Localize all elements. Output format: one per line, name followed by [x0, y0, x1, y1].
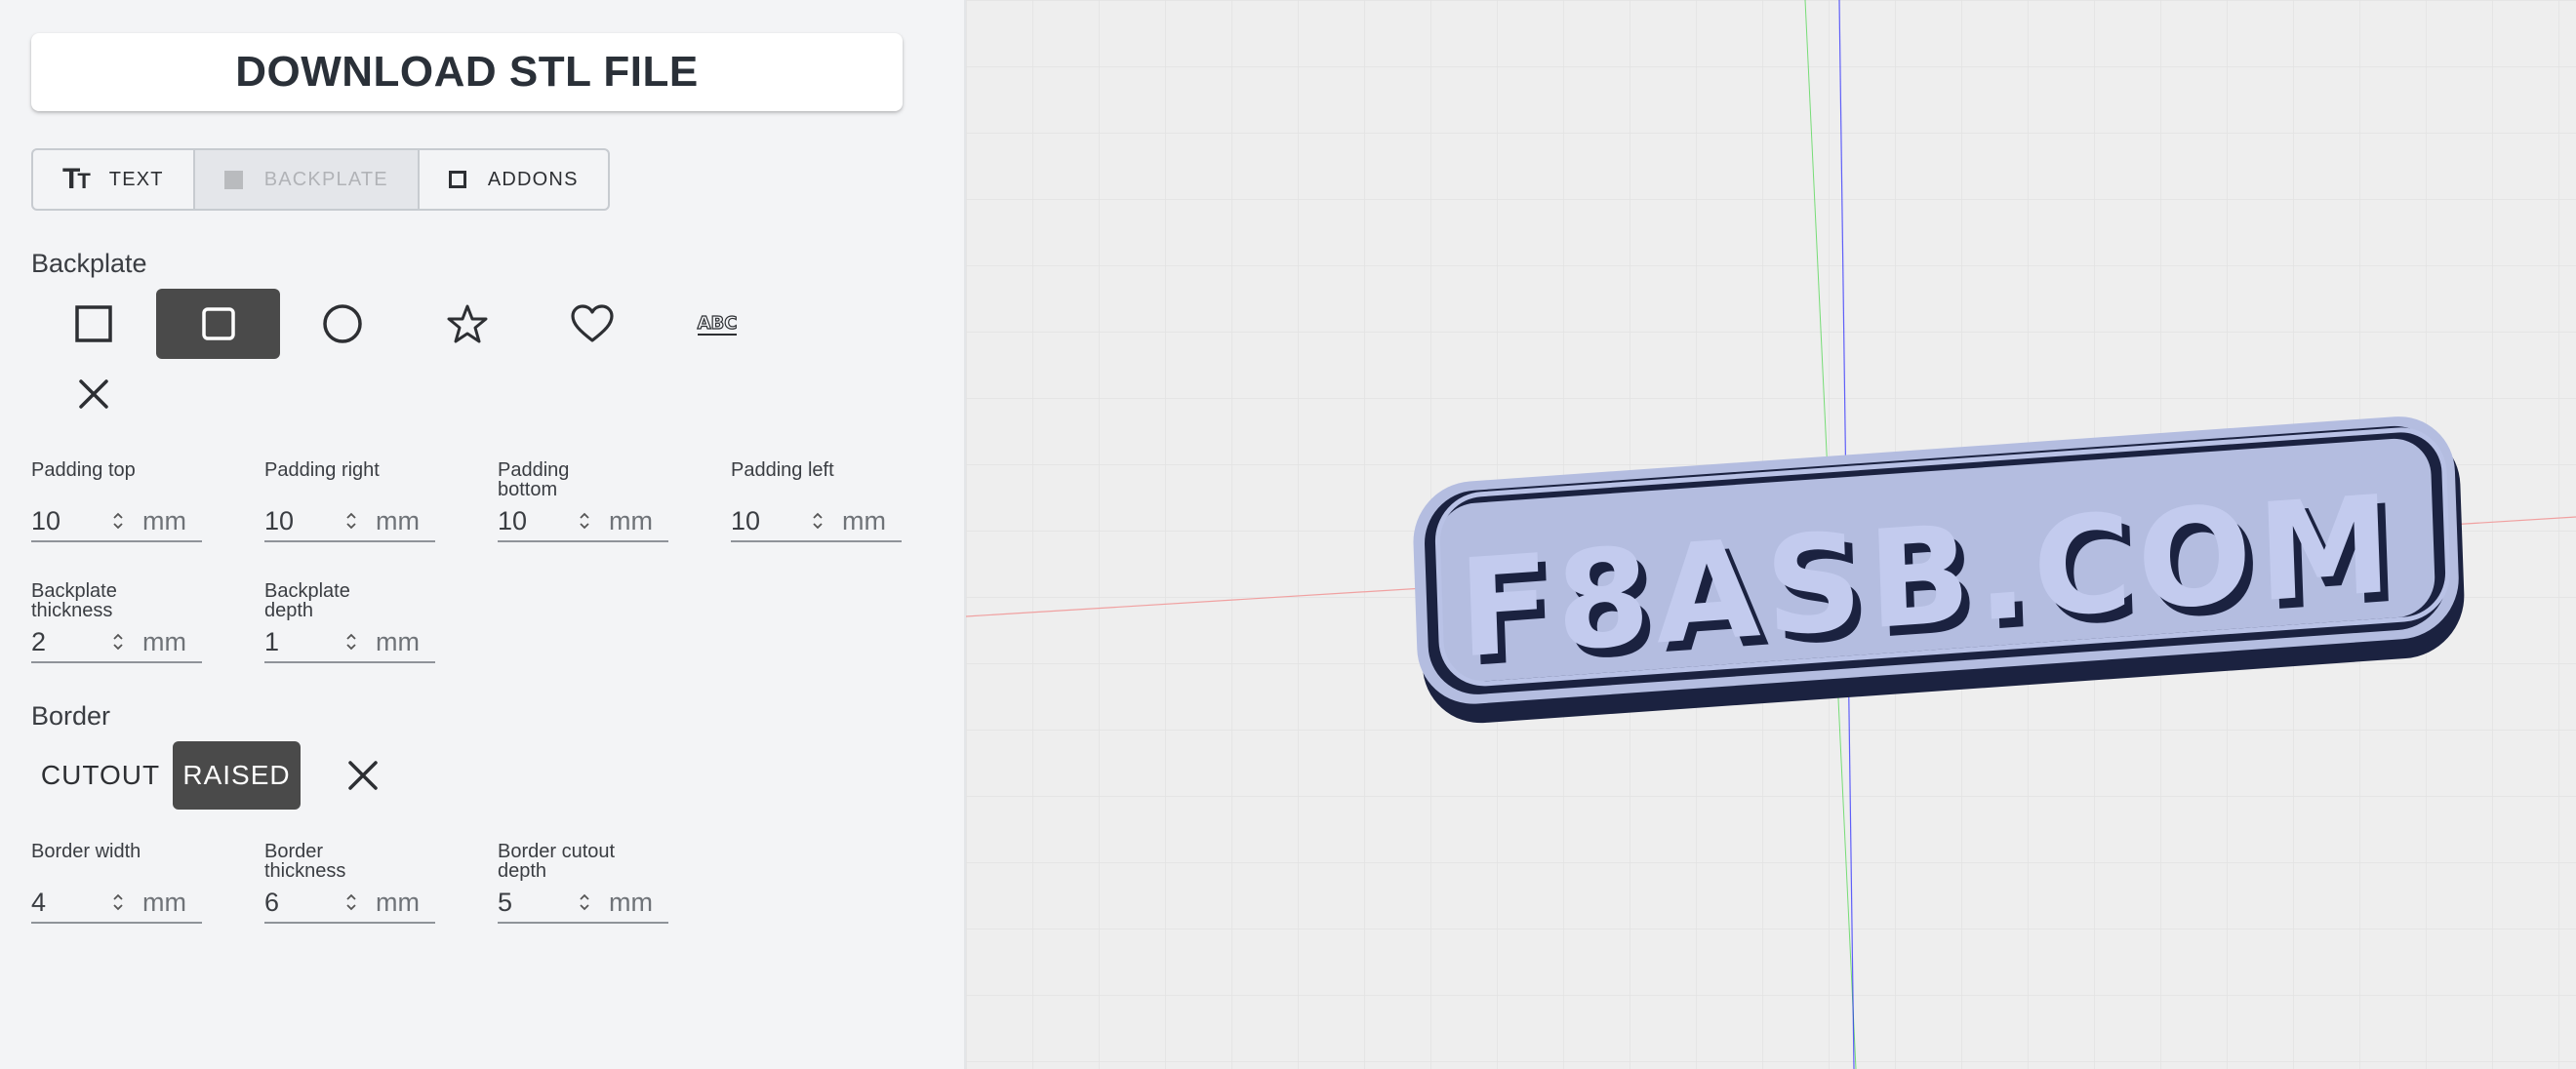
padding-top-input[interactable]: 10 [31, 506, 111, 536]
border-cutout-depth-unit: mm [609, 887, 653, 917]
padding-top-label: Padding top [31, 459, 136, 481]
backplate-depth-field: Backplate depth 1 mm [264, 581, 435, 663]
backplate-thickness-stepper-icon[interactable] [111, 630, 125, 653]
shape-heart-button[interactable] [530, 289, 654, 359]
padding-top-field: Padding top 10 mm [31, 460, 202, 542]
border-cutout-depth-field: Border cutout depth 5 mm [498, 842, 668, 924]
backplate-depth-unit: mm [376, 626, 420, 656]
padding-left-stepper-icon[interactable] [811, 509, 825, 533]
border-none-button[interactable] [332, 741, 394, 810]
padding-left-unit: mm [842, 505, 886, 535]
tab-addons[interactable]: ADDONS [417, 150, 608, 209]
padding-right-input[interactable]: 10 [264, 506, 344, 536]
shape-square-button[interactable] [31, 289, 155, 359]
none-close-icon [78, 379, 108, 409]
tab-addons-label: ADDONS [487, 168, 579, 190]
border-cutout-depth-input[interactable]: 5 [498, 888, 578, 918]
padding-bottom-unit: mm [609, 505, 653, 535]
tab-backplate[interactable]: BACKPLATE [192, 150, 418, 209]
backplate-section-title: Backplate [31, 249, 147, 278]
star-shape-icon [447, 304, 487, 343]
backplate-square-icon [223, 170, 243, 189]
heart-shape-icon [570, 304, 614, 342]
border-width-input[interactable]: 4 [31, 888, 111, 918]
backplate-thickness-unit: mm [142, 626, 186, 656]
tab-text-label: TEXT [108, 168, 164, 190]
padding-top-stepper-icon[interactable] [111, 509, 125, 533]
circle-shape-icon [322, 304, 362, 343]
download-stl-button[interactable]: DOWNLOAD STL FILE [31, 33, 903, 111]
padding-right-unit: mm [376, 505, 420, 535]
border-raised-option[interactable]: RAISED [173, 741, 301, 810]
svg-text:ABC: ABC [697, 313, 737, 334]
backplate-thickness-field: Backplate thickness 2 mm [31, 581, 202, 663]
padding-right-label: Padding right [264, 459, 380, 481]
settings-tabs: TT TEXT BACKPLATE ADDONS [31, 148, 610, 211]
padding-left-input[interactable]: 10 [731, 506, 811, 536]
backplate-depth-input[interactable]: 1 [264, 627, 344, 657]
shape-rounded-square-button[interactable] [156, 289, 280, 359]
3d-preview-viewport[interactable]: F8ASB.COM F8ASB.COM [965, 0, 2576, 1069]
border-cutout-depth-label: Border cutout depth [498, 841, 616, 882]
addons-square-icon [448, 171, 466, 188]
padding-bottom-stepper-icon[interactable] [578, 509, 591, 533]
padding-bottom-input[interactable]: 10 [498, 506, 578, 536]
backplate-depth-label: Backplate depth [264, 580, 350, 621]
backplate-depth-stepper-icon[interactable] [344, 630, 358, 653]
backplate-thickness-label: Backplate thickness [31, 580, 117, 621]
border-thickness-unit: mm [376, 887, 420, 917]
settings-panel: DOWNLOAD STL FILE TT TEXT BACKPLATE ADDO… [0, 0, 966, 1069]
padding-top-unit: mm [142, 505, 186, 535]
padding-bottom-label: Padding bottom [498, 459, 570, 500]
border-thickness-label: Border thickness [264, 841, 346, 882]
shape-none-button[interactable] [31, 359, 155, 429]
padding-bottom-field: Padding bottom 10 mm [498, 460, 668, 542]
border-thickness-stepper-icon[interactable] [344, 891, 358, 914]
text-outline-shape-icon: ABC [696, 312, 738, 336]
padding-left-label: Padding left [731, 459, 834, 481]
border-section-title: Border [31, 701, 111, 731]
text-size-icon: TT [62, 163, 91, 195]
shape-star-button[interactable] [405, 289, 529, 359]
tab-backplate-label: BACKPLATE [263, 168, 388, 190]
padding-right-field: Padding right 10 mm [264, 460, 435, 542]
border-cutout-option[interactable]: CUTOUT [31, 741, 170, 810]
padding-left-field: Padding left 10 mm [731, 460, 902, 542]
padding-right-stepper-icon[interactable] [344, 509, 358, 533]
border-width-unit: mm [142, 887, 186, 917]
border-width-stepper-icon[interactable] [111, 891, 125, 914]
border-width-label: Border width [31, 841, 141, 862]
border-cutout-depth-stepper-icon[interactable] [578, 891, 591, 914]
backplate-thickness-input[interactable]: 2 [31, 627, 111, 657]
close-icon [348, 761, 378, 790]
rounded-square-shape-icon [201, 307, 235, 340]
square-shape-icon [74, 305, 112, 342]
shape-text-outline-button[interactable]: ABC [655, 289, 779, 359]
border-width-field: Border width 4 mm [31, 842, 202, 924]
border-thickness-field: Border thickness 6 mm [264, 842, 435, 924]
3d-scene: F8ASB.COM F8ASB.COM [965, 0, 2576, 1069]
shape-circle-button[interactable] [280, 289, 404, 359]
tab-text[interactable]: TT TEXT [33, 150, 193, 209]
border-thickness-input[interactable]: 6 [264, 888, 344, 918]
